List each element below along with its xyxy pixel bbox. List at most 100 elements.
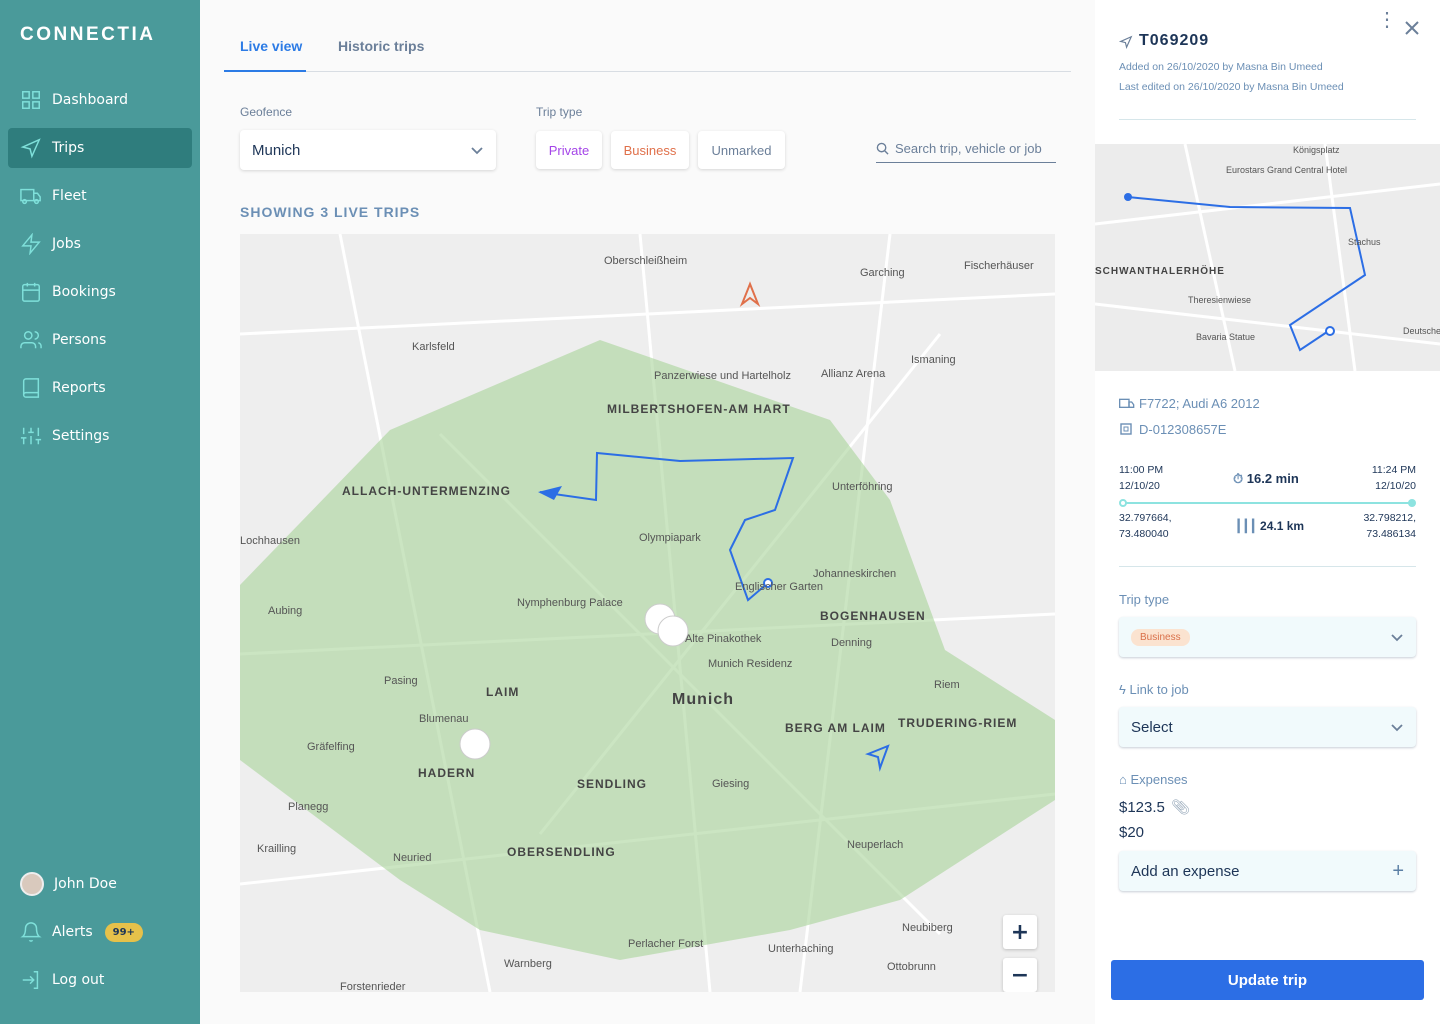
lightning-icon: ϟ (1119, 682, 1130, 697)
sidebar-item-label: Alerts (52, 924, 93, 940)
vehicle-info: F7722; Audi A6 2012 (1139, 396, 1260, 411)
main-content: Live view Historic trips Geofence Munich… (200, 0, 1095, 1024)
live-map[interactable]: Oberschleißheim Garching Fischerhäuser K… (240, 234, 1055, 992)
sidebar-item-jobs[interactable]: Jobs (8, 224, 192, 264)
live-trips-heading: SHOWING 3 LIVE TRIPS (240, 204, 421, 220)
filter-unmarked[interactable]: Unmarked (698, 131, 785, 169)
geofence-select[interactable]: Munich (240, 130, 496, 170)
sidebar-item-bookings[interactable]: Bookings (8, 272, 192, 312)
map-label: Riem (934, 679, 960, 691)
divider (1119, 566, 1416, 567)
sidebar-item-dashboard[interactable]: Dashboard (8, 80, 192, 120)
search-input[interactable]: Search trip, vehicle or job (876, 134, 1056, 163)
sidebar-item-settings[interactable]: Settings (8, 416, 192, 456)
active-tab-indicator (224, 70, 306, 72)
close-icon[interactable] (1405, 21, 1419, 35)
navigation-icon (20, 138, 41, 159)
map-label: Munich Residenz (708, 658, 792, 670)
bell-icon (20, 922, 42, 942)
map-label: SCHWANTHALERHÖHE (1095, 264, 1225, 277)
sidebar-item-label: Jobs (52, 236, 81, 252)
map-label: Munich (672, 691, 734, 708)
map-label: Allianz Arena (821, 368, 886, 380)
business-badge: Business (1131, 628, 1190, 646)
map-label: Krailling (257, 843, 296, 855)
tab-live-view[interactable]: Live view (240, 38, 302, 54)
filter-private[interactable]: Private (536, 131, 602, 169)
end-dot (1408, 499, 1416, 507)
sidebar-item-label: Dashboard (52, 92, 128, 108)
zoom-in-button[interactable]: + (1003, 915, 1037, 949)
map-label: Deutsche (1403, 326, 1440, 336)
trip-type-select[interactable]: Business (1119, 617, 1416, 657)
navigation-icon (1119, 35, 1133, 49)
search-placeholder: Search trip, vehicle or job (895, 140, 1042, 156)
end-date: 12/10/20 (1375, 480, 1416, 492)
user-profile[interactable]: John Doe (8, 864, 192, 904)
route-start-marker (1124, 193, 1132, 201)
more-options-icon[interactable]: ⋮ (1377, 10, 1397, 30)
users-icon (20, 331, 42, 349)
paperclip-icon[interactable]: 📎︎ (1171, 799, 1190, 816)
start-dot (1119, 499, 1127, 507)
distance-value: 24.1 km (1260, 519, 1305, 533)
expense-item[interactable]: $123.5 📎︎ (1119, 798, 1190, 816)
map-label: Neubiberg (902, 922, 953, 934)
tab-divider (224, 71, 1071, 72)
tab-historic-trips[interactable]: Historic trips (338, 38, 424, 54)
map-label: BOGENHAUSEN (820, 609, 926, 623)
chip-icon (1120, 423, 1132, 435)
stopwatch-icon: ⏱ (1233, 471, 1247, 486)
geofence-area (240, 340, 1055, 960)
map-label: Oberschleißheim (604, 255, 687, 267)
map-label: BERG AM LAIM (785, 721, 886, 735)
vehicle-marker[interactable] (459, 728, 491, 760)
link-job-label: ϟ Link to job (1119, 682, 1189, 697)
map-label: Aubing (268, 605, 302, 617)
map-label: Planegg (288, 801, 328, 813)
label-text: Expenses (1130, 772, 1188, 787)
distance-icon: ┃┃┃ (1235, 519, 1261, 533)
calendar-icon (22, 282, 40, 302)
map-label: Panzerwiese und Hartelholz (654, 370, 791, 382)
vehicle-arrow-icon[interactable] (739, 281, 761, 307)
map-label: Olympiapark (639, 532, 701, 544)
map-label: Theresienwiese (1188, 295, 1251, 305)
filter-business[interactable]: Business (611, 131, 689, 169)
map-label: Ismaning (911, 354, 956, 366)
sidebar-item-fleet[interactable]: Fleet (8, 176, 192, 216)
sidebar-item-alerts[interactable]: Alerts 99+ (8, 912, 192, 952)
map-label: Königsplatz (1293, 145, 1340, 155)
tag-icon: ⌂ (1119, 772, 1131, 787)
map-label: Neuperlach (847, 839, 903, 851)
sidebar-item-trips[interactable]: Trips (8, 128, 192, 168)
select-value: Select (1131, 718, 1173, 736)
map-label: Pasing (384, 675, 418, 687)
vehicle-marker[interactable] (657, 615, 689, 647)
map-label: Gräfelfing (307, 741, 355, 753)
update-trip-button[interactable]: Update trip (1111, 960, 1424, 1000)
start-coords: 32.797664, (1119, 512, 1172, 524)
add-expense-button[interactable]: Add an expense + (1119, 851, 1416, 891)
map-label: Garching (860, 267, 905, 279)
zoom-out-button[interactable]: − (1003, 958, 1037, 992)
duration: ⏱ 16.2 min (1233, 471, 1299, 487)
map-label: Johanneskirchen (813, 568, 896, 580)
map-label: TRUDERING-RIEM (898, 716, 1017, 730)
edited-info: Last edited on 26/10/2020 by Masna Bin U… (1119, 81, 1344, 93)
end-coords: 73.486134 (1366, 528, 1416, 540)
divider (1119, 119, 1416, 120)
sidebar-item-label: Trips (52, 140, 85, 156)
distance: ┃┃┃ 24.1 km (1235, 519, 1304, 533)
map-label: Blumenau (419, 713, 469, 725)
logout-button[interactable]: Log out (8, 960, 192, 1000)
sidebar-item-persons[interactable]: Persons (8, 320, 192, 360)
map-label: Stachus (1348, 237, 1381, 247)
chevron-down-icon (1391, 634, 1403, 642)
expense-item[interactable]: $20 (1119, 824, 1144, 841)
label-text: Link to job (1129, 682, 1189, 697)
sidebar-item-reports[interactable]: Reports (8, 368, 192, 408)
link-job-select[interactable]: Select (1119, 707, 1416, 747)
minimap-canvas: Königsplatz Eurostars Grand Central Hote… (1095, 144, 1440, 371)
trip-minimap[interactable]: Königsplatz Eurostars Grand Central Hote… (1095, 144, 1440, 371)
